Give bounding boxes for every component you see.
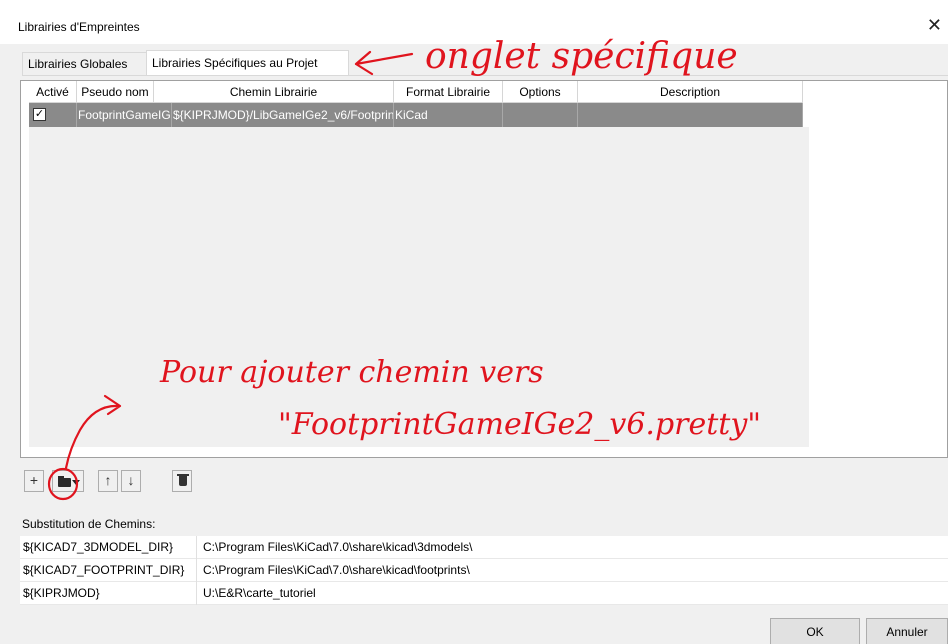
window-title: Librairies d'Empreintes — [18, 20, 140, 34]
path-substitution-label: Substitution de Chemins: — [22, 517, 156, 531]
ok-button[interactable]: OK — [770, 618, 860, 644]
tab-project-libraries[interactable]: Librairies Spécifiques au Projet — [146, 50, 349, 76]
format-cell[interactable]: KiCad — [394, 103, 503, 127]
substitution-row[interactable]: ${KIPRJMOD} U:\E&R\carte_tutoriel — [20, 582, 948, 605]
substitution-row[interactable]: ${KICAD7_3DMODEL_DIR} C:\Program Files\K… — [20, 536, 948, 559]
options-cell[interactable] — [503, 103, 578, 127]
column-header-nickname[interactable]: Pseudo nom — [77, 81, 154, 103]
table-row[interactable]: ✓ FootprintGameIGe2_v6 ${KIPRJMOD}/LibGa… — [29, 103, 803, 127]
arrow-up-icon: ↑ — [104, 472, 112, 488]
trash-icon — [179, 475, 187, 486]
left-edge — [0, 0, 10, 644]
column-header-description[interactable]: Description — [578, 81, 803, 103]
substitution-path: U:\E&R\carte_tutoriel — [203, 586, 316, 600]
move-up-button[interactable]: ↑ — [98, 470, 118, 492]
column-header-active[interactable]: Activé — [29, 81, 77, 103]
tab-arrow — [354, 50, 414, 76]
arrow-down-icon: ↓ — [127, 472, 135, 488]
browse-library-button[interactable] — [52, 470, 84, 492]
column-header-path[interactable]: Chemin Librairie — [154, 81, 394, 103]
path-substitution-table: ${KICAD7_3DMODEL_DIR} C:\Program Files\K… — [20, 536, 948, 605]
grid-empty-area — [29, 127, 809, 447]
substitution-path: C:\Program Files\KiCad\7.0\share\kicad\3… — [203, 540, 473, 554]
path-cell[interactable]: ${KIPRJMOD}/LibGameIGe2_v6/FootprintGame… — [172, 103, 394, 127]
substitution-path: C:\Program Files\KiCad\7.0\share\kicad\f… — [203, 563, 470, 577]
cancel-button[interactable]: Annuler — [866, 618, 948, 644]
column-header-options[interactable]: Options — [503, 81, 578, 103]
move-down-button[interactable]: ↓ — [121, 470, 141, 492]
library-grid[interactable]: Activé Pseudo nom Chemin Librairie Forma… — [20, 80, 948, 458]
substitution-variable: ${KICAD7_3DMODEL_DIR} — [20, 536, 197, 559]
delete-library-button[interactable] — [172, 470, 192, 492]
plus-icon: + — [29, 472, 39, 488]
tab-global-libraries[interactable]: Librairies Globales — [22, 52, 147, 75]
column-header-format[interactable]: Format Librairie — [394, 81, 503, 103]
active-checkbox[interactable]: ✓ — [33, 108, 46, 121]
substitution-variable: ${KICAD7_FOOTPRINT_DIR} — [20, 559, 197, 582]
add-library-button[interactable]: + — [24, 470, 44, 492]
nickname-cell[interactable]: FootprintGameIGe2_v6 — [77, 103, 172, 127]
dropdown-arrow-icon — [72, 480, 80, 485]
description-cell[interactable] — [578, 103, 803, 127]
tab-panel-border — [22, 75, 948, 76]
active-cell[interactable]: ✓ — [29, 103, 77, 127]
substitution-variable: ${KIPRJMOD} — [20, 582, 197, 605]
title-bar: Librairies d'Empreintes ✕ — [0, 0, 948, 44]
close-icon[interactable]: ✕ — [927, 16, 942, 34]
substitution-row[interactable]: ${KICAD7_FOOTPRINT_DIR} C:\Program Files… — [20, 559, 948, 582]
